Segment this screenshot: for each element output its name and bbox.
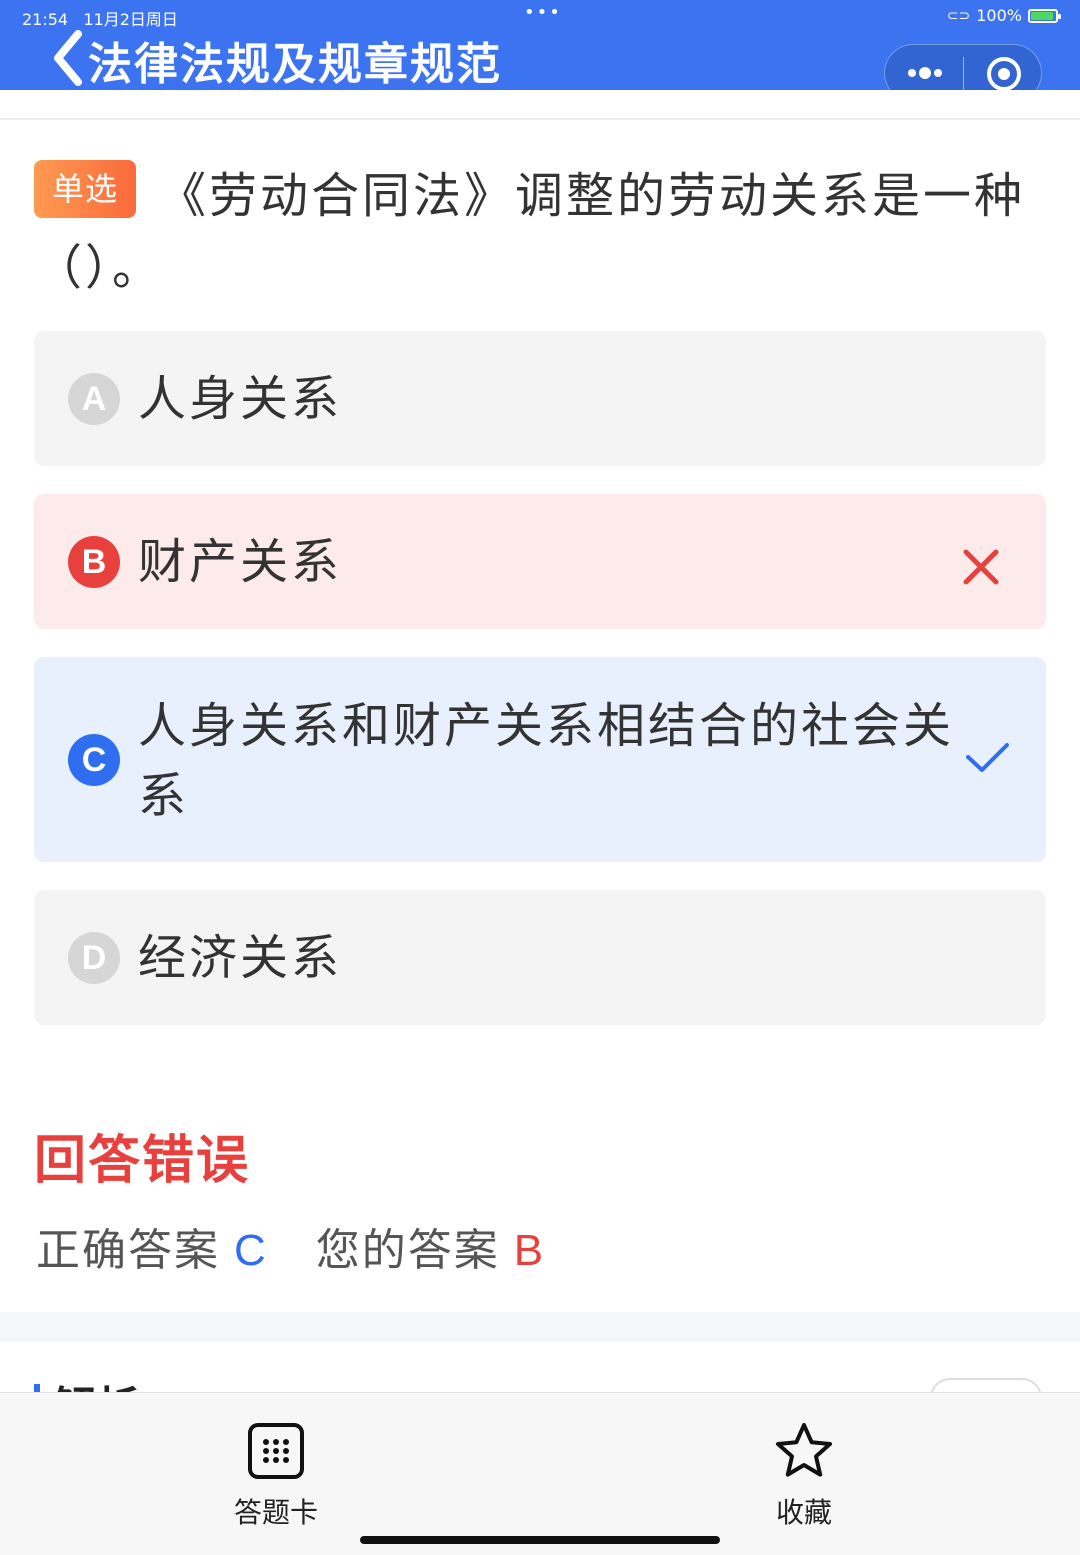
question-text: 《劳动合同法》调整的劳动关系是一种（）。 bbox=[34, 168, 1026, 296]
home-indicator[interactable] bbox=[360, 1536, 720, 1544]
battery-icon bbox=[1028, 8, 1061, 23]
option-b[interactable]: B 财产关系 bbox=[34, 494, 1046, 629]
answer-card-label: 答题卡 bbox=[233, 1496, 318, 1529]
your-answer-label: 您的答案 bbox=[315, 1225, 500, 1276]
answer-card-button[interactable]: 答题卡 bbox=[206, 1421, 346, 1531]
page-title: 法律法规及规章规范 bbox=[88, 39, 502, 90]
analysis-heading: 解析 bbox=[34, 1372, 140, 1392]
correct-answer-value: C bbox=[234, 1226, 268, 1275]
more-icon[interactable] bbox=[905, 57, 945, 89]
correct-answer-label: 正确答案 bbox=[36, 1225, 220, 1276]
link-icon: ⊂⊃ bbox=[946, 7, 971, 24]
capsule-divider bbox=[963, 57, 964, 91]
option-text: 经济关系 bbox=[138, 930, 343, 986]
correct-check-icon bbox=[966, 743, 1009, 772]
header-subbar bbox=[0, 90, 1080, 120]
multitask-dots-icon[interactable]: ••• bbox=[524, 2, 562, 23]
bottom-toolbar: 答题卡 收藏 bbox=[0, 1392, 1080, 1555]
app-header: 21:54 11月2日周日 ••• ⊂⊃ 100% 法律法规及规章规范 bbox=[0, 0, 1080, 102]
answer-summary: 正确答案 C 您的答案 B bbox=[36, 1214, 545, 1278]
section-divider bbox=[0, 1312, 1080, 1342]
option-text: 人身关系和财产关系相结合的社会关系 bbox=[138, 698, 955, 824]
question-type-tag: 单选 bbox=[34, 160, 136, 218]
option-letter: B bbox=[68, 536, 120, 588]
option-letter: D bbox=[68, 932, 120, 984]
option-text: 财产关系 bbox=[138, 534, 343, 590]
favorite-button[interactable]: 收藏 bbox=[734, 1421, 874, 1531]
option-letter: C bbox=[68, 734, 120, 786]
result-title: 回答错误 bbox=[34, 1131, 251, 1191]
your-answer-value: B bbox=[513, 1226, 546, 1275]
back-arrow-icon[interactable] bbox=[48, 30, 92, 86]
option-c[interactable]: C 人身关系和财产关系相结合的社会关系 bbox=[34, 657, 1046, 862]
close-target-icon[interactable] bbox=[985, 55, 1023, 93]
wrong-cross-icon bbox=[963, 549, 999, 585]
status-right: ⊂⊃ 100% bbox=[946, 6, 1061, 25]
question-stem: 单选 《劳动合同法》调整的劳动关系是一种（）。 bbox=[34, 160, 1049, 304]
battery-percent: 100% bbox=[976, 6, 1022, 25]
option-d[interactable]: D 经济关系 bbox=[34, 890, 1046, 1025]
option-a[interactable]: A 人身关系 bbox=[34, 331, 1046, 466]
option-letter: A bbox=[68, 373, 120, 425]
favorite-label: 收藏 bbox=[775, 1496, 832, 1529]
grid-icon bbox=[248, 1423, 304, 1479]
status-time: 21:54 11月2日周日 bbox=[22, 10, 178, 29]
option-text: 人身关系 bbox=[138, 371, 343, 427]
star-icon bbox=[776, 1423, 832, 1477]
